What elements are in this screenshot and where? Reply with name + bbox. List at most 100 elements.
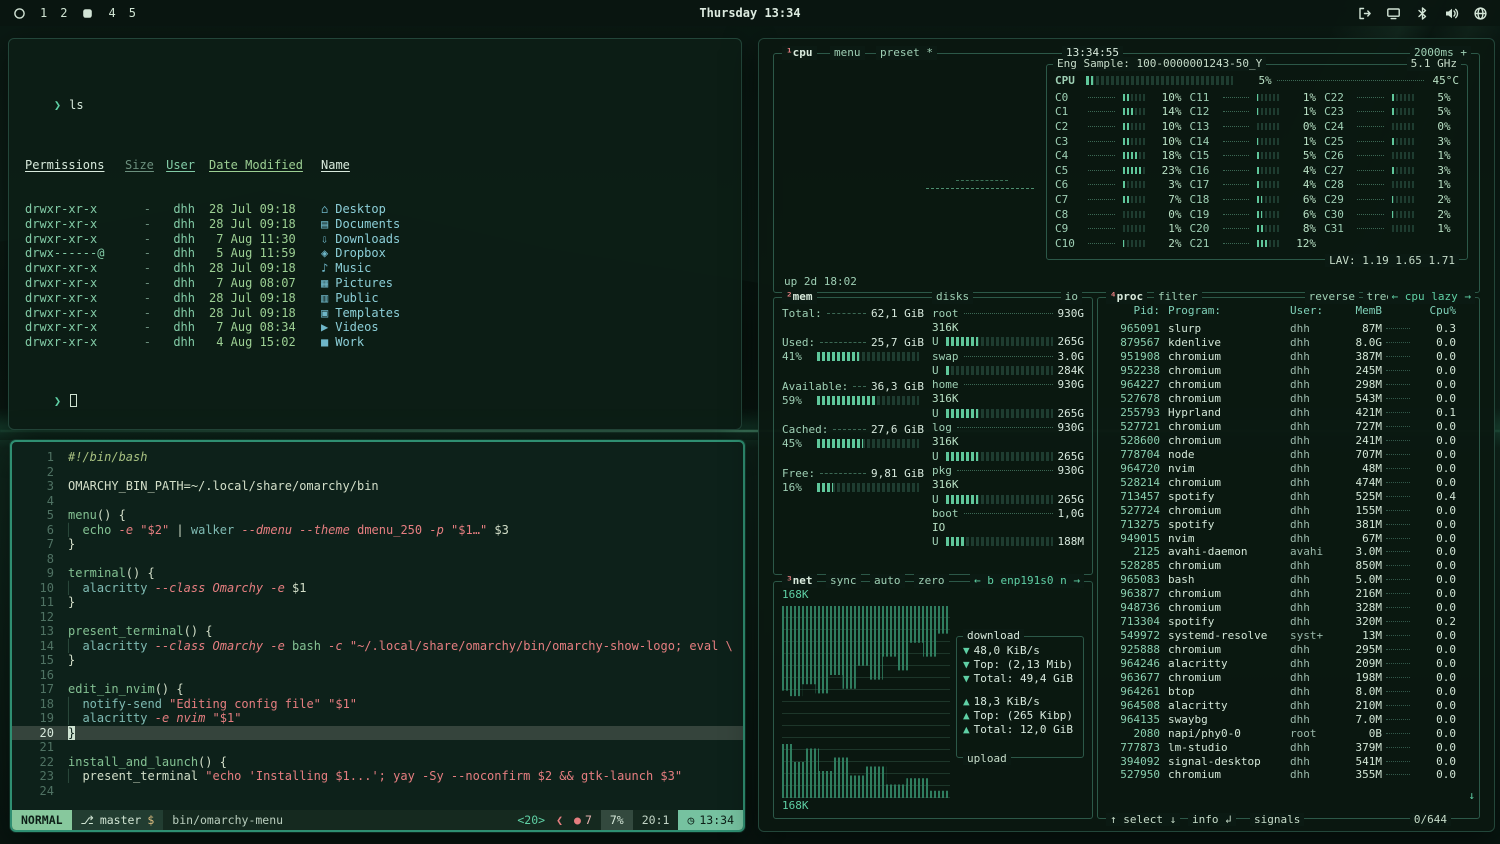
workspace-active-icon[interactable] [80,6,95,21]
cpu-core: C186% [1190,192,1317,207]
editor-line: 20} [12,726,743,741]
process-row[interactable]: 963877chromiumdhh216M0.0 [1104,587,1473,601]
process-row[interactable]: 527950chromiumdhh355M0.0 [1104,768,1473,782]
volume-icon[interactable] [1444,6,1459,21]
process-row[interactable]: 964508alacrittydhh210M0.0 [1104,698,1473,712]
col-permissions: Permissions [25,158,125,173]
process-row[interactable]: 778704nodedhh707M0.0 [1104,447,1473,461]
net-interface-selector[interactable]: ← b enp191s0 n → [970,574,1084,588]
cpu-history-graph [786,164,1036,214]
process-row[interactable]: 965083bashdhh5.0M0.0 [1104,573,1473,587]
process-row[interactable]: 713457spotifydhh525M0.4 [1104,489,1473,503]
col-pid[interactable]: Pid: [1104,304,1160,318]
net-auto-toggle[interactable]: auto [870,574,905,588]
cpu-total-percent: 5% [1238,74,1272,87]
editor-line: 10▏ alacritty --class Omarchy -e $1 [12,581,743,596]
file-list: drwxr-xr-x-dhh28 Jul 09:18⌂Desktopdrwxr-… [25,202,725,350]
mem-box-tab[interactable]: ²mem [782,290,817,304]
process-row[interactable]: 528600chromiumdhh241M0.0 [1104,434,1473,448]
system-monitor-window[interactable]: ¹cpu menu preset * 13:34:55 2000ms + Eng… [758,38,1495,832]
diagnostic-count: 7 [585,813,592,827]
process-row[interactable]: 964720nvimdhh48M0.0 [1104,461,1473,475]
process-row[interactable]: 952238chromiumdhh245M0.0 [1104,364,1473,378]
process-row[interactable]: 2125avahi-daemonavahi3.0M0.0 [1104,545,1473,559]
editor-line: 11} [12,595,743,610]
workspace-5[interactable]: 5 [129,6,136,20]
process-row[interactable]: 527724chromiumdhh155M0.0 [1104,503,1473,517]
prompt-line-empty[interactable]: ❯ [25,380,725,424]
col-memb[interactable]: MemB [1330,304,1382,318]
process-row[interactable]: 528214chromiumdhh474M0.0 [1104,475,1473,489]
process-row[interactable]: 965091slurpdhh87M0.3 [1104,322,1473,336]
screencast-icon[interactable] [1386,6,1401,21]
process-row[interactable]: 948736chromiumdhh328M0.0 [1104,601,1473,615]
up-arrow-icon: ▲ [963,723,970,736]
disks-toggle[interactable]: disks [932,290,973,304]
process-row[interactable]: 963677chromiumdhh198M0.0 [1104,670,1473,684]
process-row[interactable]: 964227chromiumdhh298M0.0 [1104,378,1473,392]
logout-icon[interactable] [1357,6,1372,21]
statusline-spacer [292,810,508,830]
process-row[interactable]: 528285chromiumdhh850M0.0 [1104,559,1473,573]
info-hint[interactable]: info ↲ [1188,813,1236,826]
vim-mode-badge: NORMAL [12,810,72,830]
up-arrow-icon: ▲ [963,695,970,708]
globe-icon[interactable] [1473,6,1488,21]
process-row[interactable]: 964135swaybgdhh7.0M0.0 [1104,712,1473,726]
cpu-box-tab[interactable]: ¹cpu [782,46,817,60]
workspace-2[interactable]: 2 [60,6,67,20]
editor-line: 15} [12,653,743,668]
net-sync-toggle[interactable]: sync [826,574,861,588]
process-row[interactable]: 527678chromiumdhh543M0.0 [1104,392,1473,406]
editor-window[interactable]: 1#!/bin/bash23OMARCHY_BIN_PATH=~/.local/… [10,440,745,832]
editor-line: 24 [12,784,743,799]
preset-button[interactable]: preset * [876,46,937,60]
process-row[interactable]: 549972systemd-resolvesyst+13M0.0 [1104,629,1473,643]
net-box-tab[interactable]: ³net [782,574,817,588]
select-hint[interactable]: ↑ select ↓ [1106,813,1180,826]
process-row[interactable]: 964246alacrittydhh209M0.0 [1104,657,1473,671]
menu-button[interactable]: menu [830,46,865,60]
col-date-modified: Date Modified [201,158,321,173]
signals-hint[interactable]: signals [1250,813,1304,826]
cpu-total-meter: CPU 5% 45°C [1055,73,1459,88]
process-row[interactable]: 879567kdenlivedhh8.0G0.0 [1104,336,1473,350]
workspace-4[interactable]: 4 [108,6,115,20]
process-row[interactable]: 949015nvimdhh67M0.0 [1104,531,1473,545]
bluetooth-icon[interactable] [1415,6,1430,21]
filter-button[interactable]: filter [1154,290,1202,304]
proc-box-tab[interactable]: ⁴proc [1106,290,1147,304]
process-row[interactable]: 527721chromiumdhh727M0.0 [1104,420,1473,434]
file-row: drwxr-xr-x-dhh28 Jul 09:18▤Documents [25,217,725,232]
sort-column-selector[interactable]: ← cpu lazy → [1388,290,1475,304]
process-row[interactable]: 255793Hyprlanddhh421M0.1 [1104,406,1473,420]
process-row[interactable]: 777873lm-studiodhh379M0.0 [1104,740,1473,754]
terminal-window-files[interactable]: ❯ls Permissions Size User Date Modified … [8,38,742,430]
process-row[interactable]: 951908chromiumdhh387M0.0 [1104,350,1473,364]
cpu-title: cpu [793,46,813,59]
process-row[interactable]: 2080napi/phy0-0root0B0.0 [1104,726,1473,740]
net-scale-bottom: 168K [782,799,809,812]
editor-area[interactable]: 1#!/bin/bash23OMARCHY_BIN_PATH=~/.local/… [12,450,743,808]
disk-list: root930G316KU265Gswap3.0GU284Khome930G31… [932,306,1084,549]
templates-icon: ▣ [321,306,328,320]
editor-line: 8 [12,552,743,567]
cpu-core: C141% [1190,134,1317,149]
process-row[interactable]: 394092signal-desktopdhh541M0.0 [1104,754,1473,768]
upload-total: Total: 12,0 GiB [974,723,1073,736]
net-zero-toggle[interactable]: zero [914,574,949,588]
workspace-1[interactable]: 1 [40,6,47,20]
reverse-toggle[interactable]: reverse [1305,290,1359,304]
process-row[interactable]: 925888chromiumdhh295M0.0 [1104,643,1473,657]
process-row[interactable]: 713304spotifydhh320M0.2 [1104,615,1473,629]
down-arrow-icon: ▼ [963,644,970,657]
editor-line: 12 [12,610,743,625]
launcher-circle-icon[interactable] [12,6,27,21]
col-proc-user[interactable]: User: [1282,304,1330,318]
process-row[interactable]: 964261btopdhh8.0M0.0 [1104,684,1473,698]
col-cpu-percent[interactable]: Cpu% [1414,304,1456,318]
col-program[interactable]: Program: [1160,304,1282,318]
scroll-down-icon[interactable]: ↓ [1468,789,1475,802]
process-row[interactable]: 713275spotifydhh381M0.0 [1104,517,1473,531]
io-toggle[interactable]: io [1061,290,1082,304]
